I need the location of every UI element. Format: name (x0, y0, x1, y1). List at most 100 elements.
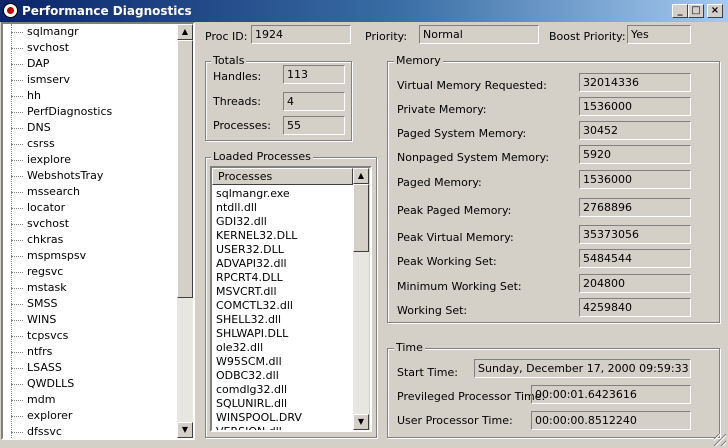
tree-connector (11, 336, 23, 337)
tree-item[interactable]: dfssvc (3, 424, 177, 438)
tree-connector (11, 208, 23, 209)
list-item[interactable]: ntdll.dll (216, 201, 257, 215)
resize-grip-icon[interactable] (714, 434, 726, 446)
list-item[interactable]: ole32.dll (216, 341, 263, 355)
tree-item-label: LSASS (27, 361, 62, 374)
tree-item[interactable]: WINS (3, 312, 177, 328)
tree-item-label: iexplore (27, 153, 71, 166)
tree-connector (11, 176, 23, 177)
tree-item[interactable]: PerfDiagnostics (3, 104, 177, 120)
tree-item[interactable]: sqlmangr (3, 24, 177, 40)
tree-item[interactable]: DNS (3, 120, 177, 136)
memory-value-field: 1536000 (579, 170, 691, 189)
list-item[interactable]: WINSPOOL.DRV (216, 411, 302, 425)
processes-column-header[interactable]: Processes (212, 168, 353, 185)
time-title: Time (394, 341, 425, 354)
tree-connector (11, 80, 23, 81)
list-item[interactable]: COMCTL32.dll (216, 299, 293, 313)
tree-scroll-thumb[interactable] (177, 40, 193, 298)
list-item[interactable]: KERNEL32.DLL (216, 229, 297, 243)
threads-field: 4 (283, 92, 345, 111)
list-item[interactable]: sqlmangr.exe (216, 187, 290, 201)
proc-id-field: 1924 (251, 25, 351, 44)
tree-item-label: locator (27, 201, 66, 214)
list-item[interactable]: SHLWAPI.DLL (216, 327, 288, 341)
tree-item[interactable]: chkras (3, 232, 177, 248)
tree-item[interactable]: mspmspsv (3, 248, 177, 264)
tree-connector (11, 128, 23, 129)
memory-label: Private Memory: (397, 103, 487, 116)
minimize-button[interactable]: _ (672, 4, 688, 18)
memory-label: Paged Memory: (397, 176, 482, 189)
start-time-label: Start Time: (397, 366, 458, 379)
scroll-up-icon[interactable]: ▲ (177, 24, 193, 40)
tree-item-label: dfssvc (27, 425, 62, 438)
memory-label: Virtual Memory Requested: (397, 79, 547, 92)
list-item[interactable]: comdlg32.dll (216, 383, 287, 397)
app-icon (3, 3, 18, 18)
memory-value-field: 204800 (579, 274, 691, 293)
tree-item[interactable]: mstask (3, 280, 177, 296)
list-item[interactable]: ADVAPI32.dll (216, 257, 287, 271)
tree-item[interactable]: WebshotsTray (3, 168, 177, 184)
memory-value-field: 35373056 (579, 225, 691, 244)
tree-item[interactable]: LSASS (3, 360, 177, 376)
tree-item[interactable]: tcpsvcs (3, 328, 177, 344)
privileged-time-field: 00:00:01.6423616 (531, 385, 691, 404)
tree-connector (11, 368, 23, 369)
maximize-button[interactable]: □ (688, 4, 704, 18)
totals-title: Totals (211, 54, 247, 67)
list-item[interactable]: VERSION.dll (216, 425, 282, 430)
tree-item[interactable]: hh (3, 88, 177, 104)
tree-item[interactable]: QWDLLS (3, 376, 177, 392)
tree-scrollbar[interactable]: ▲ ▼ (177, 24, 193, 438)
loaded-list-scrollbar[interactable]: ▲ ▼ (353, 168, 369, 430)
tree-item[interactable]: SMSS (3, 296, 177, 312)
tree-item-label: hh (27, 89, 41, 102)
tree-item[interactable]: DAP (3, 56, 177, 72)
list-item[interactable]: ODBC32.dll (216, 369, 279, 383)
tree-item-label: tcpsvcs (27, 329, 69, 342)
scroll-up-icon[interactable]: ▲ (353, 168, 369, 184)
list-item[interactable]: W95SCM.dll (216, 355, 282, 369)
tree-item[interactable]: csrss (3, 136, 177, 152)
list-item[interactable]: GDI32.dll (216, 215, 267, 229)
tree-item[interactable]: ntfrs (3, 344, 177, 360)
scroll-down-icon[interactable]: ▼ (177, 422, 193, 438)
handles-field: 113 (283, 65, 345, 84)
tree-item[interactable]: ismserv (3, 72, 177, 88)
tree-connector (11, 144, 23, 145)
memory-title: Memory (394, 54, 443, 67)
boost-priority-label: Boost Priority: (549, 30, 626, 43)
scroll-down-icon[interactable]: ▼ (353, 414, 369, 430)
tree-item-label: WebshotsTray (27, 169, 104, 182)
tree-connector (11, 416, 23, 417)
tree-item[interactable]: locator (3, 200, 177, 216)
process-tree[interactable]: sqlmangr svchost DAP ismserv hh PerfDiagnosti… (3, 24, 177, 438)
loaded-processes-list[interactable]: Processes sqlmangr.exe ntdll.dll GDI32.dll… (212, 168, 353, 430)
close-button[interactable]: × (707, 4, 723, 18)
memory-value-field: 2768896 (579, 198, 691, 217)
user-time-label: User Processor Time: (397, 414, 513, 427)
list-item[interactable]: USER32.DLL (216, 243, 284, 257)
processes-label: Processes: (213, 119, 271, 132)
list-item[interactable]: RPCRT4.DLL (216, 271, 283, 285)
tree-connector (11, 320, 23, 321)
list-item[interactable]: MSVCRT.dll (216, 285, 277, 299)
tree-item-label: mdm (27, 393, 56, 406)
tree-item-label: SMSS (27, 297, 58, 310)
tree-item-label: ntfrs (27, 345, 53, 358)
loaded-scroll-thumb[interactable] (353, 184, 369, 252)
tree-item[interactable]: mdm (3, 392, 177, 408)
tree-item[interactable]: svchost (3, 40, 177, 56)
tree-item-label: csrss (27, 137, 55, 150)
tree-item[interactable]: mssearch (3, 184, 177, 200)
list-item[interactable]: SQLUNIRL.dll (216, 397, 287, 411)
tree-item[interactable]: iexplore (3, 152, 177, 168)
tree-item-label: regsvc (27, 265, 64, 278)
tree-connector (11, 384, 23, 385)
tree-item[interactable]: svchost (3, 216, 177, 232)
tree-item[interactable]: explorer (3, 408, 177, 424)
tree-item[interactable]: regsvc (3, 264, 177, 280)
list-item[interactable]: SHELL32.dll (216, 313, 281, 327)
